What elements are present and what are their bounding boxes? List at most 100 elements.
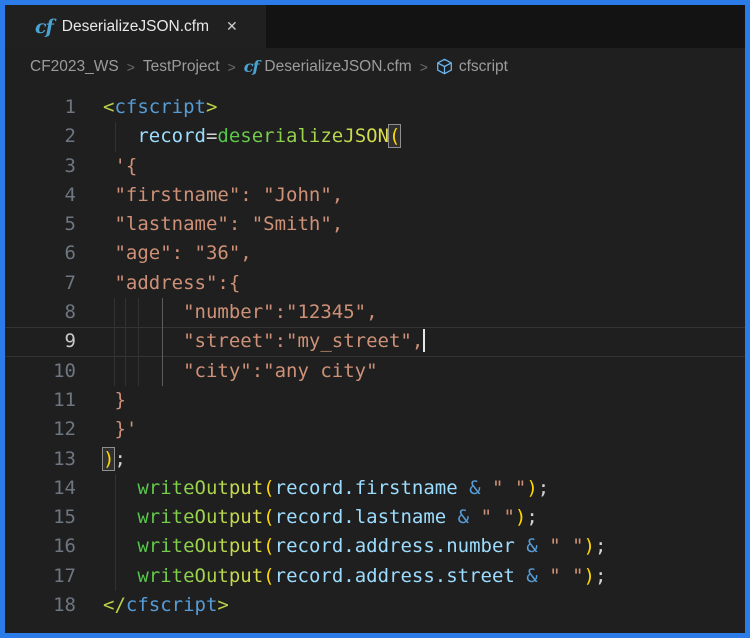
code-content[interactable]: '{ xyxy=(97,152,745,181)
code-line[interactable]: 1<cfscript> xyxy=(5,93,745,122)
code-token xyxy=(446,506,457,528)
line-number[interactable]: 5 xyxy=(5,210,97,239)
code-token: record.firstname xyxy=(275,477,458,499)
line-number[interactable]: 16 xyxy=(5,532,97,561)
code-content[interactable]: "number":"12345", xyxy=(97,298,745,327)
code-token: "city":"any city" xyxy=(103,360,378,382)
code-line[interactable]: 2 record=deserializeJSON( xyxy=(5,122,745,151)
code-token: "firstname": "John", xyxy=(103,184,343,206)
code-content[interactable]: writeOutput(record.lastname & " "); xyxy=(97,503,745,532)
line-number[interactable]: 14 xyxy=(5,474,97,503)
code-token: = xyxy=(206,125,217,147)
code-line[interactable]: 13); xyxy=(5,445,745,474)
code-content[interactable]: }' xyxy=(97,415,745,444)
indent-guide xyxy=(162,298,163,327)
code-line[interactable]: 8 "number":"12345", xyxy=(5,298,745,327)
code-token xyxy=(103,477,137,499)
code-content[interactable]: <cfscript> xyxy=(97,93,745,122)
code-line[interactable]: 14 writeOutput(record.firstname & " "); xyxy=(5,474,745,503)
indent-guide xyxy=(114,298,115,327)
chevron-right-icon: > xyxy=(420,59,428,75)
tab-deserializejson[interactable]: cf DeserializeJSON.cfm ✕ xyxy=(5,5,266,48)
code-token xyxy=(103,535,137,557)
line-number[interactable]: 9 xyxy=(5,327,97,356)
line-number[interactable]: 13 xyxy=(5,445,97,474)
code-line[interactable]: 17 writeOutput(record.address.street & "… xyxy=(5,562,745,591)
code-content[interactable]: "lastname": "Smith", xyxy=(97,210,745,239)
text-cursor xyxy=(423,329,425,352)
line-number[interactable]: 1 xyxy=(5,93,97,122)
code-line[interactable]: 11 } xyxy=(5,386,745,415)
breadcrumb-item-workspace[interactable]: CF2023_WS xyxy=(30,58,119,76)
code-token xyxy=(538,535,549,557)
code-content[interactable]: "street":"my_street", xyxy=(97,327,745,356)
code-token: " " xyxy=(492,477,526,499)
code-token: record.address.number xyxy=(275,535,515,557)
breadcrumb-item-project[interactable]: TestProject xyxy=(143,58,220,76)
code-token: " " xyxy=(549,565,583,587)
code-token: " " xyxy=(549,535,583,557)
line-number[interactable]: 8 xyxy=(5,298,97,327)
line-number[interactable]: 2 xyxy=(5,122,97,151)
code-token xyxy=(103,125,137,147)
code-content[interactable]: "firstname": "John", xyxy=(97,181,745,210)
code-line[interactable]: 15 writeOutput(record.lastname & " "); xyxy=(5,503,745,532)
code-line[interactable]: 12 }' xyxy=(5,415,745,444)
matched-bracket: ( xyxy=(389,125,400,147)
coldfusion-file-icon: cf xyxy=(35,16,53,38)
line-number[interactable]: 3 xyxy=(5,152,97,181)
code-token: cfscript xyxy=(126,594,218,616)
close-icon[interactable]: ✕ xyxy=(226,18,238,35)
code-line[interactable]: 6 "age": "36", xyxy=(5,239,745,268)
breadcrumb-label: cfscript xyxy=(459,58,508,76)
code-content[interactable]: record=deserializeJSON( xyxy=(97,122,745,151)
code-line-current[interactable]: 9 "street":"my_street", xyxy=(5,327,745,356)
line-number[interactable]: 7 xyxy=(5,269,97,298)
code-content[interactable]: "city":"any city" xyxy=(97,357,745,386)
line-number[interactable]: 15 xyxy=(5,503,97,532)
line-number[interactable]: 17 xyxy=(5,562,97,591)
indent-guide xyxy=(162,327,163,356)
editor[interactable]: 1<cfscript>2 record=deserializeJSON(3 '{… xyxy=(5,85,745,633)
breadcrumb-item-symbol[interactable]: cfscript xyxy=(436,58,508,76)
line-number[interactable]: 10 xyxy=(5,357,97,386)
indent-guide xyxy=(162,357,163,386)
line-number[interactable]: 4 xyxy=(5,181,97,210)
line-number[interactable]: 12 xyxy=(5,415,97,444)
code-line[interactable]: 10 "city":"any city" xyxy=(5,357,745,386)
breadcrumb-label: CF2023_WS xyxy=(30,58,119,76)
code-line[interactable]: 5 "lastname": "Smith", xyxy=(5,210,745,239)
tab-bar: cf DeserializeJSON.cfm ✕ xyxy=(5,5,745,48)
code-content[interactable]: writeOutput(record.address.street & " ")… xyxy=(97,562,745,591)
code-token: } xyxy=(103,389,126,411)
line-number[interactable]: 6 xyxy=(5,239,97,268)
code-content[interactable]: writeOutput(record.firstname & " "); xyxy=(97,474,745,503)
code-content[interactable]: </cfscript> xyxy=(97,591,745,620)
indent-guide xyxy=(138,357,139,386)
code-line[interactable]: 16 writeOutput(record.address.number & "… xyxy=(5,532,745,561)
indent-guide xyxy=(125,298,126,327)
line-number[interactable]: 11 xyxy=(5,386,97,415)
breadcrumb: CF2023_WS > TestProject > cf Deserialize… xyxy=(5,48,745,85)
code-token: > xyxy=(206,96,217,118)
code-content[interactable]: ); xyxy=(97,445,745,474)
code-line[interactable]: 4 "firstname": "John", xyxy=(5,181,745,210)
code-content[interactable]: "address":{ xyxy=(97,269,745,298)
code-content[interactable]: "age": "36", xyxy=(97,239,745,268)
breadcrumb-item-file[interactable]: cf DeserializeJSON.cfm xyxy=(244,57,412,76)
code-token: ( xyxy=(263,565,274,587)
code-token: record.lastname xyxy=(275,506,447,528)
code-token: ) xyxy=(584,565,595,587)
code-line[interactable]: 3 '{ xyxy=(5,152,745,181)
code-line[interactable]: 18</cfscript> xyxy=(5,591,745,620)
code-token: ; xyxy=(526,506,537,528)
code-token: & xyxy=(526,565,537,587)
code-token: > xyxy=(217,594,228,616)
code-content[interactable]: writeOutput(record.address.number & " ")… xyxy=(97,532,745,561)
code-line[interactable]: 7 "address":{ xyxy=(5,269,745,298)
code-token: ; xyxy=(595,565,606,587)
code-token xyxy=(103,506,137,528)
line-number[interactable]: 18 xyxy=(5,591,97,620)
code-content[interactable]: } xyxy=(97,386,745,415)
code-token: }' xyxy=(103,418,137,440)
